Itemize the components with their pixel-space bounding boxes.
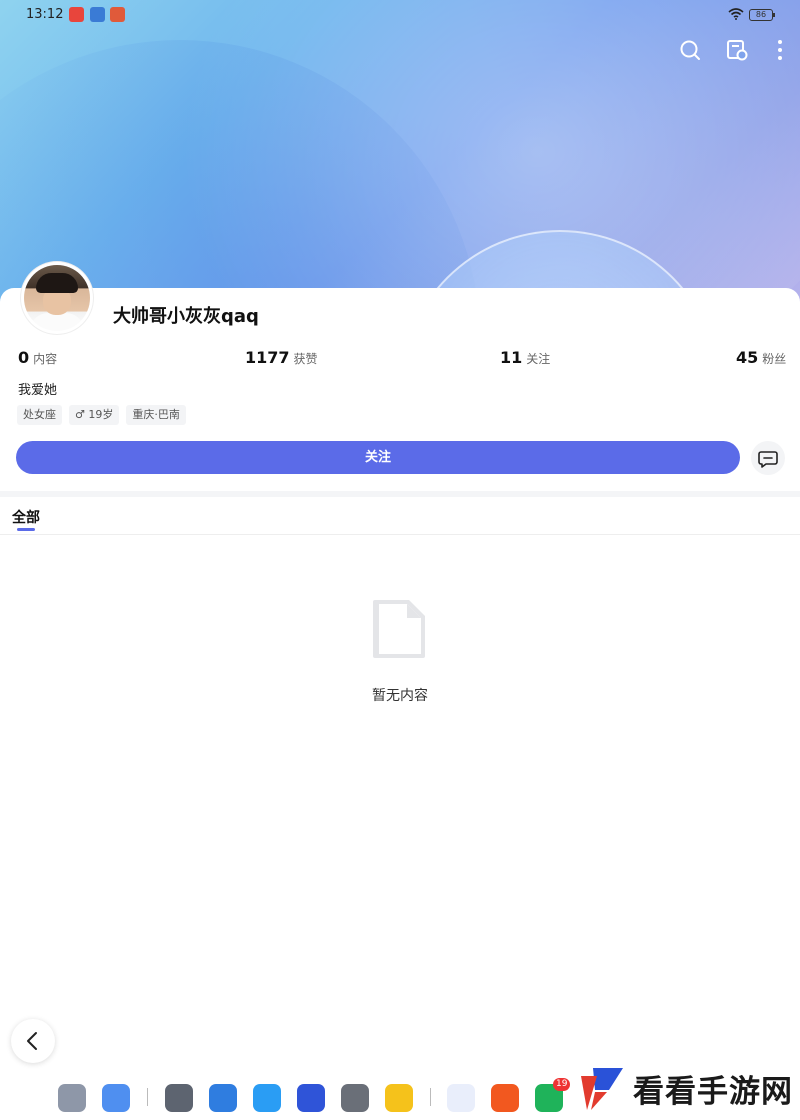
stat-value: 11 [500,348,523,367]
stat-content[interactable]: 0 内容 [18,348,57,367]
watermark: 看看手游网 [575,1060,800,1116]
avatar-photo [24,265,90,331]
notification-icon [69,7,84,22]
stat-label: 内容 [33,352,58,366]
battery-indicator: 86 [749,9,775,21]
username: 大帅哥小灰灰qaq [113,306,259,327]
files-app-icon[interactable] [102,1084,130,1112]
watermark-text: 看看手游网 [633,1074,793,1110]
stat-label: 关注 [526,352,551,366]
notification-badge: 19 [553,1078,571,1091]
stat-value: 45 [736,348,759,367]
browser-app-icon[interactable] [253,1084,281,1112]
search-icon[interactable] [678,38,702,62]
avatar[interactable] [21,262,93,334]
share-card-icon[interactable] [725,38,749,62]
stat-label: 粉丝 [762,352,787,366]
status-bar: 13:12 86 [0,0,800,30]
notes-app-icon[interactable] [385,1084,413,1112]
stat-value: 1177 [245,348,290,367]
camera-app-icon[interactable] [341,1084,369,1112]
notification-icon [90,7,105,22]
stat-followers[interactable]: 45 粉丝 [736,348,786,367]
profile-tags: 处女座 ♂ 19岁 重庆·巴南 [17,405,186,425]
settings-app-icon[interactable] [165,1084,193,1112]
tag-location: 重庆·巴南 [126,405,186,425]
section-divider [0,491,800,497]
app-drawer-icon[interactable] [58,1084,86,1112]
message-icon [758,451,778,468]
tab-all[interactable]: 全部 [12,507,40,527]
empty-state-message: 暂无内容 [372,688,428,704]
profile-bio: 我爱她 [18,383,58,398]
dock-separator [430,1088,431,1106]
stat-likes[interactable]: 1177 获赞 [245,348,318,367]
stat-value: 0 [18,348,30,367]
notification-icon [110,7,125,22]
wifi-icon [728,8,744,20]
tab-divider [0,534,800,535]
tag-zodiac: 处女座 [17,405,62,425]
stat-following[interactable]: 11 关注 [500,348,550,367]
tab-active-indicator [17,528,35,531]
folder-app-icon[interactable] [209,1084,237,1112]
baidu-app-icon[interactable] [447,1084,475,1112]
back-icon [27,1032,37,1050]
kuaishou-app-icon[interactable] [491,1084,519,1112]
watermark-logo [581,1068,623,1110]
more-icon[interactable] [768,38,792,62]
follow-button[interactable]: 关注 [16,441,740,474]
tag-gender-age: ♂ 19岁 [69,405,120,425]
theme-app-icon[interactable] [297,1084,325,1112]
dock-separator [147,1088,148,1106]
empty-document-icon [373,600,425,658]
stat-label: 获赞 [293,352,318,366]
message-button[interactable] [751,441,785,475]
status-time: 13:12 [26,7,64,22]
profile-screen: 13:12 86 大帅哥小灰灰qaq 0 内容 1177 获赞 11 关注 45… [0,0,800,1120]
back-button[interactable] [11,1019,55,1063]
